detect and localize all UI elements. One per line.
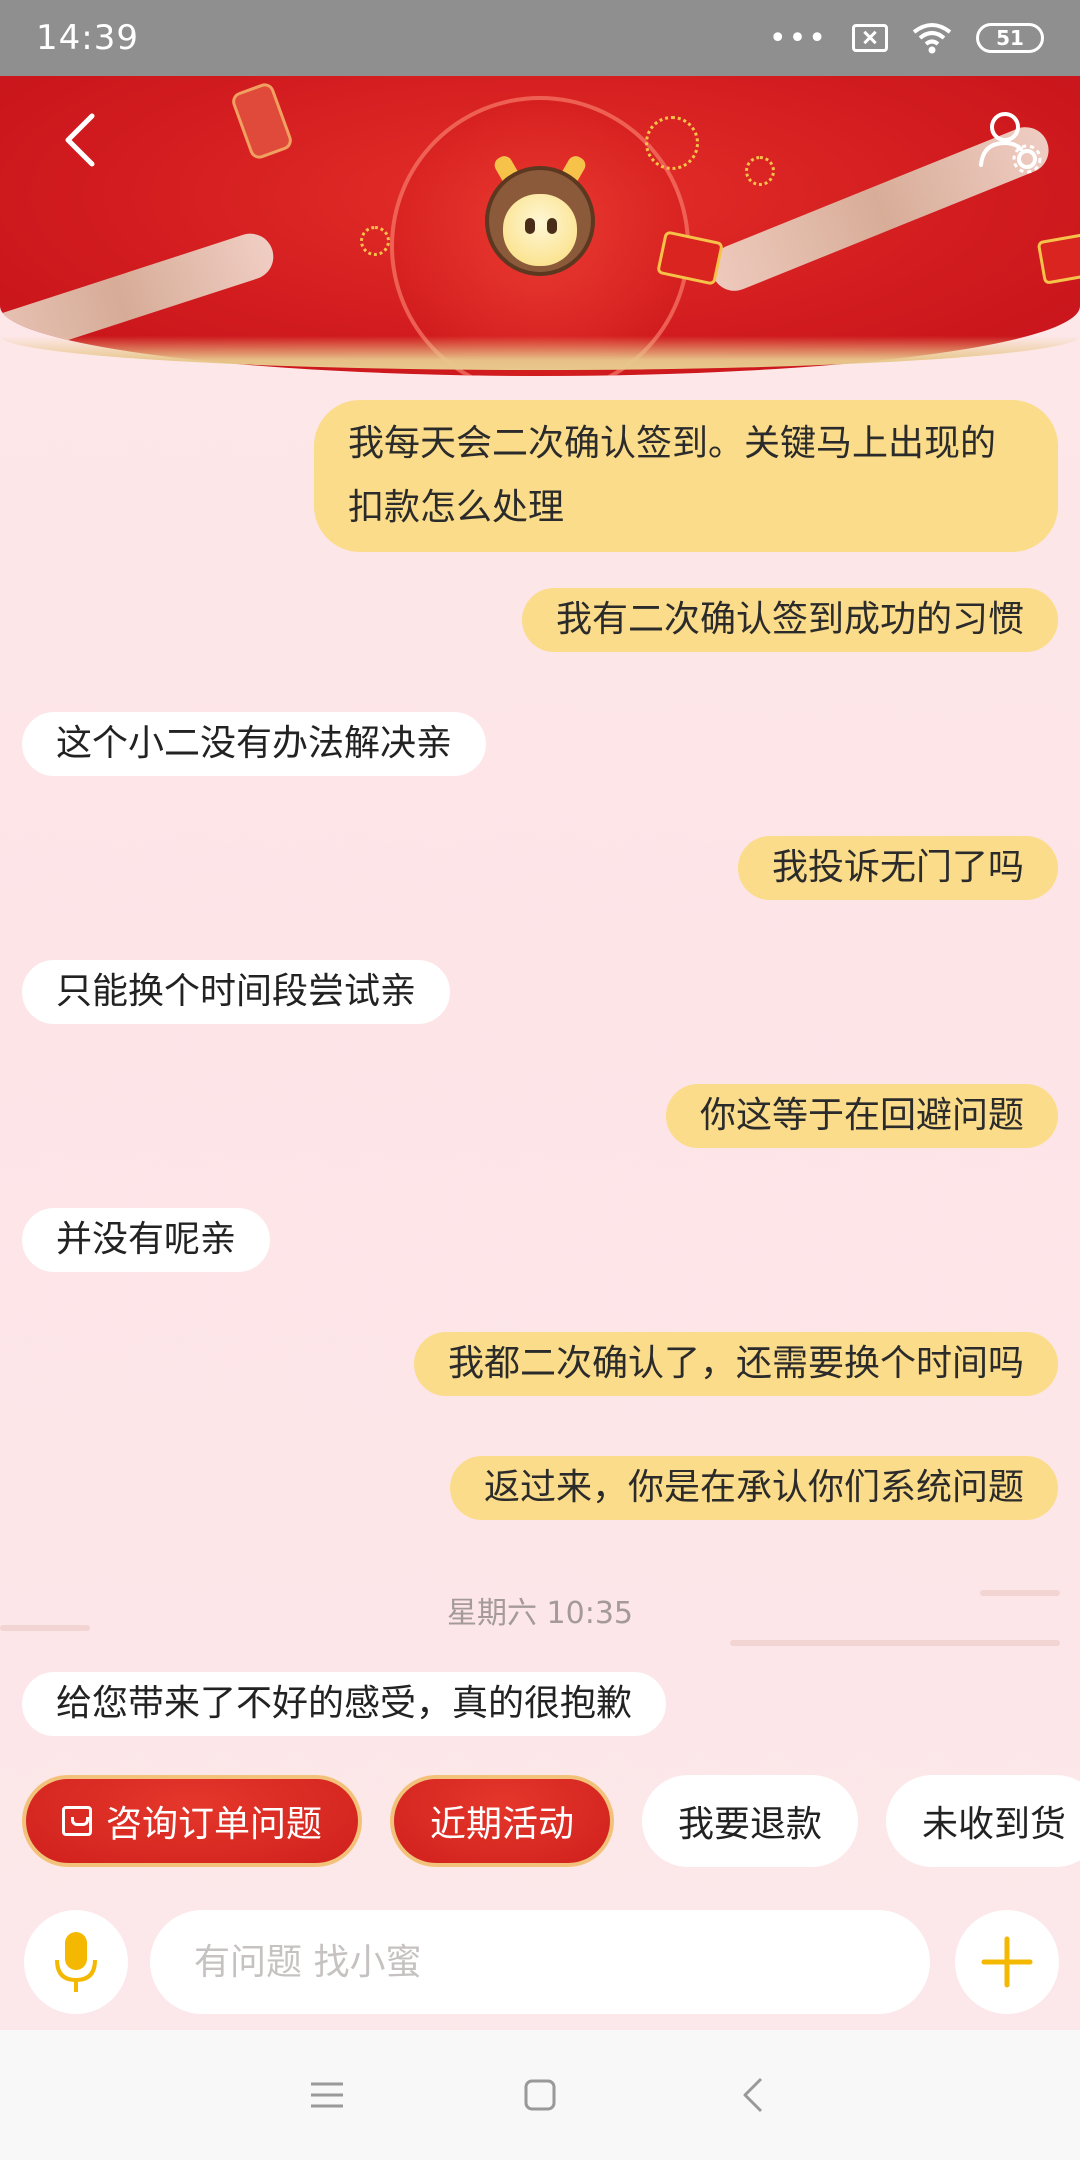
cloud-decor xyxy=(730,1640,1060,1646)
user-settings-button[interactable] xyxy=(975,105,1045,175)
back-button[interactable] xyxy=(50,110,110,170)
quick-reply-label: 近期活动 xyxy=(430,1804,575,1845)
quick-reply-bar: 咨询订单问题 近期活动 我要退款 未收到货 xyxy=(22,1775,1080,1871)
quick-reply-order-question[interactable]: 咨询订单问题 xyxy=(22,1775,363,1867)
voice-button[interactable] xyxy=(24,1910,128,2014)
quick-reply-label: 我要退款 xyxy=(678,1804,823,1845)
order-box-icon xyxy=(62,1806,92,1836)
decor-ribbon xyxy=(0,227,280,371)
ox-mascot-avatar xyxy=(475,153,605,286)
quick-reply-refund[interactable]: 我要退款 xyxy=(642,1775,859,1867)
lantern-icon xyxy=(229,80,295,162)
microphone-icon xyxy=(55,1932,97,1992)
home-square-icon xyxy=(524,2079,556,2111)
more-dots: ••• xyxy=(768,20,828,56)
status-icons: ••• 51 xyxy=(769,21,1044,56)
more-actions-button[interactable] xyxy=(955,1910,1059,2014)
user-settings-icon xyxy=(979,112,1042,174)
firework-icon xyxy=(360,226,390,256)
input-bar xyxy=(0,1900,1080,2030)
message-incoming[interactable]: 给您带来了不好的感受，真的很抱歉 xyxy=(22,1672,667,1736)
firework-icon xyxy=(745,156,775,186)
battery-icon: 51 xyxy=(976,23,1044,53)
message-outgoing[interactable]: 我每天会二次确认签到。关键马上出现的扣款怎么处理 xyxy=(314,400,1058,552)
status-bar: 14:39 ••• 51 xyxy=(0,0,1080,76)
plus-icon xyxy=(981,1936,1033,1988)
message-input[interactable] xyxy=(150,1910,930,2014)
quick-reply-label: 未收到货 xyxy=(922,1804,1067,1845)
nav-menu-button[interactable] xyxy=(292,2060,362,2130)
back-triangle-icon xyxy=(743,2077,763,2113)
message-outgoing[interactable]: 我有二次确认签到成功的习惯 xyxy=(521,588,1058,652)
quick-reply-recent-activity[interactable]: 近期活动 xyxy=(390,1775,615,1867)
message-outgoing[interactable]: 你这等于在回避问题 xyxy=(665,1084,1058,1148)
quick-reply-not-received[interactable]: 未收到货 xyxy=(886,1775,1080,1867)
nav-home-button[interactable] xyxy=(505,2060,575,2130)
message-outgoing[interactable]: 返过来，你是在承认你们系统问题 xyxy=(449,1456,1058,1520)
message-timestamp: 星期六 10:35 xyxy=(447,1596,633,1631)
firework-icon xyxy=(645,116,699,170)
wifi-icon xyxy=(912,23,952,54)
chevron-left-icon xyxy=(65,113,95,167)
red-envelope-icon xyxy=(1036,231,1080,285)
message-incoming[interactable]: 并没有呢亲 xyxy=(22,1208,271,1272)
sim-off-icon xyxy=(852,24,888,52)
quick-reply-label: 咨询订单问题 xyxy=(106,1804,323,1845)
system-nav-bar xyxy=(0,2030,1080,2160)
message-incoming[interactable]: 这个小二没有办法解决亲 xyxy=(22,712,487,776)
message-outgoing[interactable]: 我投诉无门了吗 xyxy=(737,836,1058,900)
message-incoming[interactable]: 只能换个时间段尝试亲 xyxy=(22,960,451,1024)
status-time: 14:39 xyxy=(36,18,139,58)
header-banner xyxy=(0,76,1080,376)
nav-back-button[interactable] xyxy=(718,2060,788,2130)
menu-icon xyxy=(310,2082,343,2108)
message-outgoing[interactable]: 我都二次确认了，还需要换个时间吗 xyxy=(413,1332,1058,1396)
